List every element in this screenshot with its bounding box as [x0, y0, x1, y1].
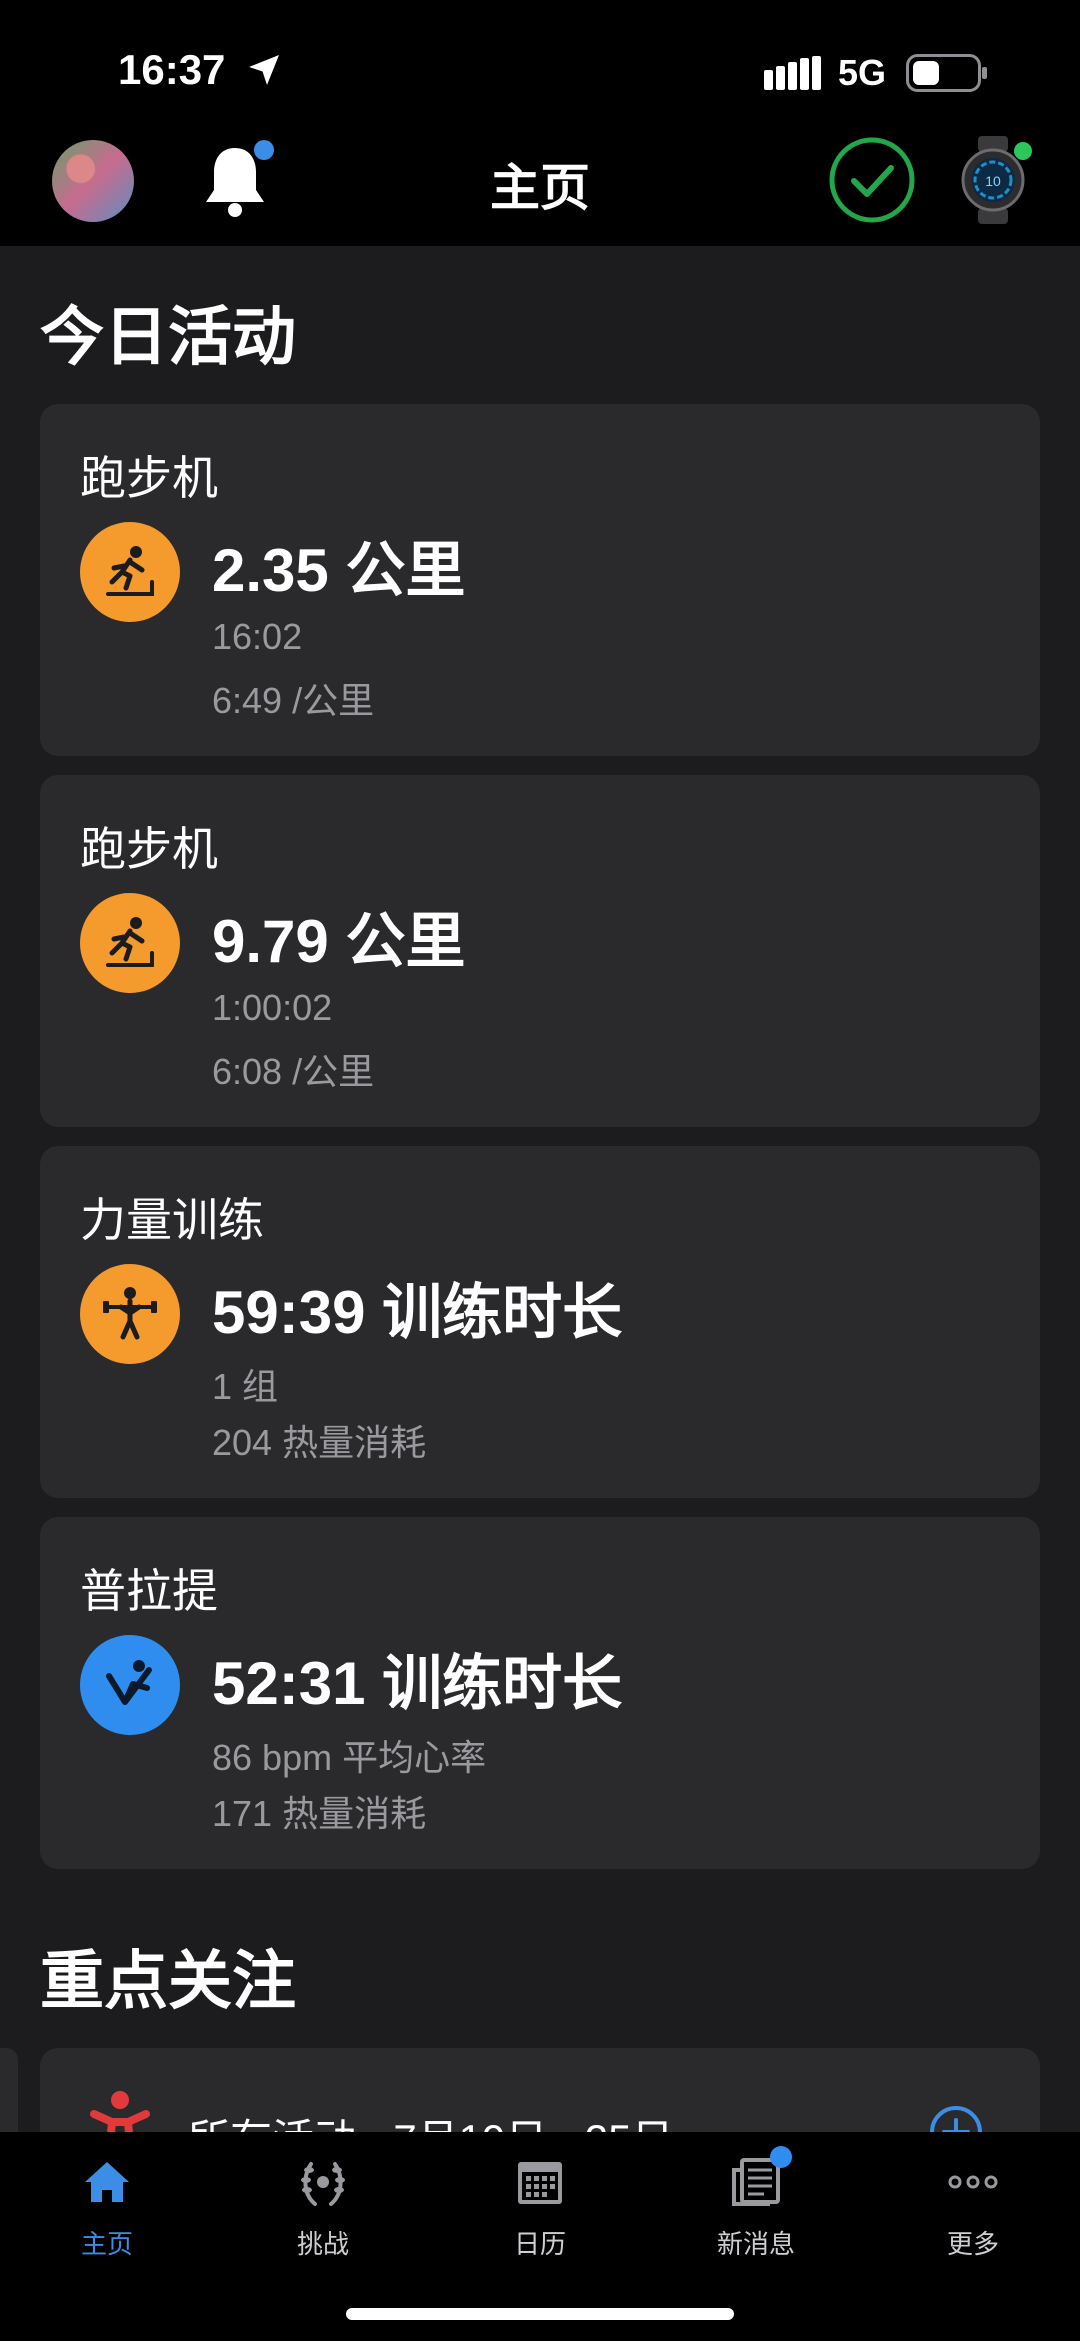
tab-challenges[interactable]: 挑战: [233, 2154, 413, 2261]
focus-heading: 重点关注: [40, 1945, 296, 2017]
activity-duration: 1:00:02: [212, 987, 333, 1028]
tab-label: 更多: [946, 2229, 999, 2259]
home-indicator[interactable]: [346, 2308, 734, 2320]
activity-type: 普拉提: [80, 1565, 218, 1617]
home-icon: [85, 2162, 129, 2202]
battery-icon: [906, 54, 987, 92]
activity-card[interactable]: 跑步机 9.79 公里 1:00:02 6:08 /公里: [40, 775, 1040, 1127]
activity-calories: 171 热量消耗: [212, 1793, 427, 1834]
activity-pace: 6:49 /公里: [212, 680, 375, 721]
top-bar: 16:37 5G 主页 10: [0, 0, 1080, 246]
activity-main-metric: 2.35 公里: [212, 537, 466, 604]
activity-pace: 6:08 /公里: [212, 1051, 375, 1092]
sync-status-check-icon[interactable]: [828, 136, 916, 224]
page-title: 主页: [490, 160, 590, 216]
signal-icon: [764, 56, 821, 90]
activity-card[interactable]: 力量训练 59:39 训练时长 1 组 204 热量消耗: [40, 1146, 1040, 1498]
activity-main-metric: 52:31 训练时长: [212, 1650, 623, 1717]
tab-news[interactable]: 新消息: [666, 2146, 846, 2261]
tab-label: 主页: [80, 2229, 133, 2259]
activity-heart-rate: 86 bpm 平均心率: [212, 1737, 487, 1778]
network-type: 5G: [838, 52, 887, 93]
status-time: 16:37: [118, 46, 226, 93]
strength-icon: [80, 1264, 180, 1364]
tab-home[interactable]: 主页: [17, 2154, 197, 2261]
activity-type: 跑步机: [80, 823, 218, 875]
svg-text:10: 10: [985, 173, 1001, 189]
tab-label: 日历: [513, 2229, 566, 2259]
tab-label: 挑战: [296, 2229, 349, 2259]
activity-duration: 16:02: [212, 616, 303, 657]
news-badge: [770, 2146, 792, 2168]
activity-card[interactable]: 跑步机 2.35 公里 16:02 6:49 /公里: [40, 404, 1040, 756]
activity-type: 力量训练: [80, 1194, 264, 1246]
device-connected-badge: [1014, 142, 1032, 160]
treadmill-icon: [80, 893, 180, 993]
today-activity-heading: 今日活动: [40, 301, 296, 373]
more-icon: [948, 2175, 998, 2189]
tab-label: 新消息: [716, 2229, 795, 2259]
activity-calories: 204 热量消耗: [212, 1422, 427, 1463]
activity-main-metric: 9.79 公里: [212, 908, 466, 975]
tab-more[interactable]: 更多: [883, 2154, 1063, 2261]
calendar-icon: [518, 2162, 562, 2204]
laurel-icon: [301, 2162, 345, 2206]
activity-card[interactable]: 普拉提 52:31 训练时长 86 bpm 平均心率 171 热量消耗: [40, 1517, 1040, 1869]
tab-calendar[interactable]: 日历: [450, 2154, 630, 2261]
activity-main-metric: 59:39 训练时长: [212, 1279, 623, 1346]
treadmill-icon: [80, 522, 180, 622]
activity-type: 跑步机: [80, 452, 218, 504]
pilates-icon: [80, 1635, 180, 1735]
activity-sets: 1 组: [212, 1366, 279, 1407]
location-arrow-icon: [249, 55, 279, 85]
